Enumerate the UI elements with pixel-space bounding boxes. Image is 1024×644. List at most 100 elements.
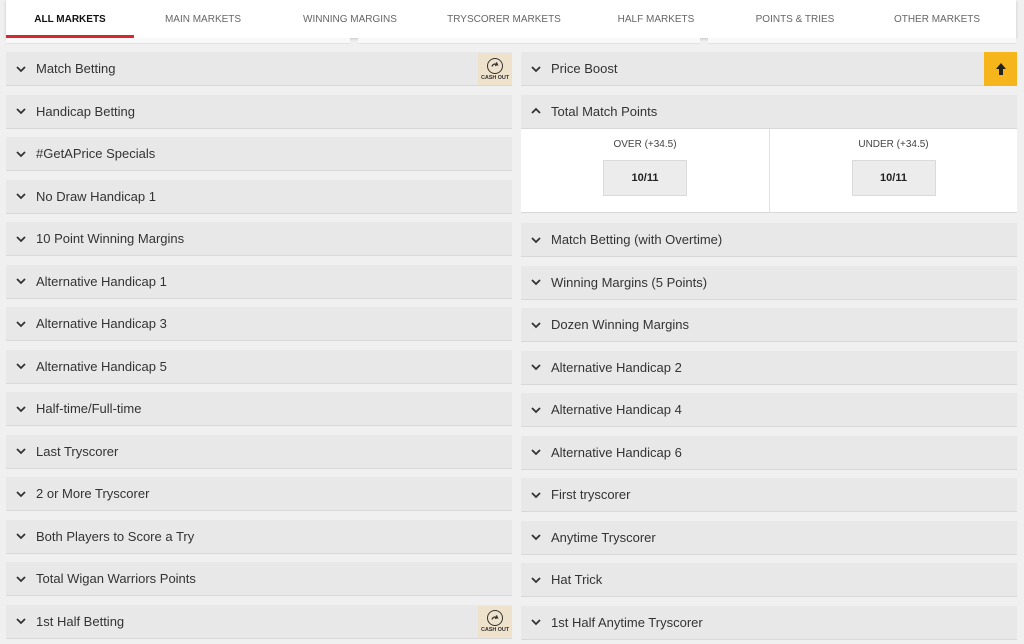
market-row-both-players-to-score[interactable]: Both Players to Score a Try <box>6 519 512 554</box>
chevron-down-icon <box>521 478 551 512</box>
market-row-dozen-winning-margins[interactable]: Dozen Winning Margins <box>521 308 1017 342</box>
market-row-total-match-points[interactable]: Total Match Points <box>521 94 1017 129</box>
chevron-down-icon <box>521 435 551 469</box>
market-row-2-or-more-tryscorer[interactable]: 2 or More Tryscorer <box>6 477 512 511</box>
market-label: Alternative Handicap 3 <box>36 316 167 331</box>
market-row-last-tryscorer[interactable]: Last Tryscorer <box>6 434 512 469</box>
cash-out-label: CASH OUT <box>481 74 509 81</box>
chevron-down-icon <box>6 477 36 511</box>
price-button[interactable]: 10/11 <box>851 160 936 196</box>
chevron-down-icon <box>6 349 36 383</box>
market-label: Both Players to Score a Try <box>36 528 195 544</box>
chevron-down-icon <box>521 605 551 639</box>
chevron-down-icon <box>6 94 36 128</box>
chevron-down-icon <box>6 519 36 553</box>
chevron-down-icon <box>521 223 551 257</box>
chevron-down-icon <box>6 562 36 596</box>
selection-under: UNDER (+34.5) 10/11 <box>769 129 1017 213</box>
market-label: Alternative Handicap 5 <box>36 358 167 374</box>
chevron-down-icon <box>6 604 36 638</box>
chevron-down-icon <box>6 222 36 256</box>
tab-main-markets[interactable]: MAIN MARKETS <box>134 0 272 38</box>
market-row-1st-half-anytime-tryscorer[interactable]: 1st Half Anytime Tryscorer <box>521 605 1017 640</box>
market-label: 1st Half Anytime Tryscorer <box>551 614 703 630</box>
chevron-up-icon <box>521 94 551 128</box>
market-row-alternative-handicap-2[interactable]: Alternative Handicap 2 <box>521 350 1017 385</box>
market-row-alternative-handicap-3[interactable]: Alternative Handicap 3 <box>6 307 512 341</box>
market-label: No Draw Handicap 1 <box>36 188 156 204</box>
market-label: Price Boost <box>551 61 618 76</box>
market-row-getaprice-specials[interactable]: #GetAPrice Specials <box>6 137 512 171</box>
market-label: Alternative Handicap 4 <box>551 402 682 417</box>
market-label: Handicap Betting <box>36 103 136 119</box>
cash-out-label: CASH OUT <box>481 627 509 633</box>
tab-tryscorer-markets[interactable]: TRYSCORER MARKETS <box>428 0 580 38</box>
market-row-handicap-betting[interactable]: Handicap Betting <box>6 94 512 129</box>
chevron-down-icon <box>521 350 551 384</box>
market-row-match-betting-overtime[interactable]: Match Betting (with Overtime) <box>521 223 1017 257</box>
tab-points-and-tries[interactable]: POINTS & TRIES <box>732 0 858 38</box>
market-label: Total Wigan Warriors Points <box>36 571 196 586</box>
chevron-down-icon <box>6 307 36 341</box>
market-label: Alternative Handicap 2 <box>551 359 682 375</box>
tab-other-markets[interactable]: OTHER MARKETS <box>858 0 1016 38</box>
market-label: 10 Point Winning Margins <box>36 231 185 246</box>
market-label: Last Tryscorer <box>36 443 119 459</box>
market-row-anytime-tryscorer[interactable]: Anytime Tryscorer <box>521 520 1017 555</box>
market-row-1st-half-betting[interactable]: 1st Half Betting CASH OUT <box>6 604 512 639</box>
market-row-alternative-handicap-4[interactable]: Alternative Handicap 4 <box>521 393 1017 427</box>
selection-name: UNDER (+34.5) <box>858 139 929 150</box>
divider <box>708 38 1016 44</box>
market-label: 2 or More Tryscorer <box>36 486 150 501</box>
market-label: Hat Trick <box>551 572 603 587</box>
market-row-10-point-winning-margins[interactable]: 10 Point Winning Margins <box>6 222 512 256</box>
market-label: Total Match Points <box>551 103 658 119</box>
chevron-down-icon <box>6 434 36 468</box>
chevron-down-icon <box>521 563 551 597</box>
market-row-alternative-handicap-6[interactable]: Alternative Handicap 6 <box>521 435 1017 470</box>
tab-half-markets[interactable]: HALF MARKETS <box>580 0 732 38</box>
cash-out-icon <box>487 610 503 626</box>
market-row-total-wigan-points[interactable]: Total Wigan Warriors Points <box>6 562 512 596</box>
market-label: Match Betting <box>36 61 116 76</box>
market-label: Half-time/Full-time <box>36 401 142 416</box>
tab-all-markets[interactable]: ALL MARKETS <box>6 0 134 38</box>
market-row-hat-trick[interactable]: Hat Trick <box>521 563 1017 597</box>
chevron-down-icon <box>521 308 551 342</box>
chevron-down-icon <box>6 52 36 86</box>
market-row-alternative-handicap-1[interactable]: Alternative Handicap 1 <box>6 264 512 299</box>
chevron-down-icon <box>6 179 36 213</box>
chevron-down-icon <box>521 393 551 427</box>
total-match-points-selections: OVER (+34.5) 10/11 UNDER (+34.5) 10/11 <box>521 129 1017 213</box>
price-button[interactable]: 10/11 <box>603 160 687 196</box>
market-label: #GetAPrice Specials <box>36 146 156 161</box>
chevron-down-icon <box>521 265 551 299</box>
market-row-price-boost[interactable]: Price Boost <box>521 52 1017 86</box>
market-row-no-draw-handicap-1[interactable]: No Draw Handicap 1 <box>6 179 512 214</box>
market-label: Alternative Handicap 1 <box>36 273 167 289</box>
market-row-alternative-handicap-5[interactable]: Alternative Handicap 5 <box>6 349 512 384</box>
divider <box>358 38 700 44</box>
market-tab-bar: ALL MARKETS MAIN MARKETS WINNING MARGINS… <box>6 0 1016 38</box>
market-label: Dozen Winning Margins <box>551 317 690 332</box>
cash-out-badge: CASH OUT <box>478 605 512 638</box>
market-label: Anytime Tryscorer <box>551 529 656 545</box>
price-boost-arrow-icon <box>984 52 1017 86</box>
selection-name: OVER (+34.5) <box>613 139 677 150</box>
cash-out-icon <box>487 57 503 74</box>
divider <box>6 38 350 44</box>
market-row-match-betting[interactable]: Match Betting CASH OUT <box>6 52 512 86</box>
market-label: Alternative Handicap 6 <box>551 444 682 460</box>
chevron-down-icon <box>521 52 551 86</box>
market-row-half-time-full-time[interactable]: Half-time/Full-time <box>6 392 512 426</box>
market-row-first-tryscorer[interactable]: First tryscorer <box>521 478 1017 512</box>
market-label: Match Betting (with Overtime) <box>551 232 723 247</box>
cash-out-badge: CASH OUT <box>478 53 512 85</box>
chevron-down-icon <box>6 264 36 298</box>
chevron-down-icon <box>6 137 36 171</box>
market-label: Winning Margins (5 Points) <box>551 274 708 290</box>
tab-winning-margins[interactable]: WINNING MARGINS <box>272 0 428 38</box>
market-label: 1st Half Betting <box>36 613 125 629</box>
market-label: First tryscorer <box>551 487 631 502</box>
market-row-winning-margins-5[interactable]: Winning Margins (5 Points) <box>521 265 1017 300</box>
